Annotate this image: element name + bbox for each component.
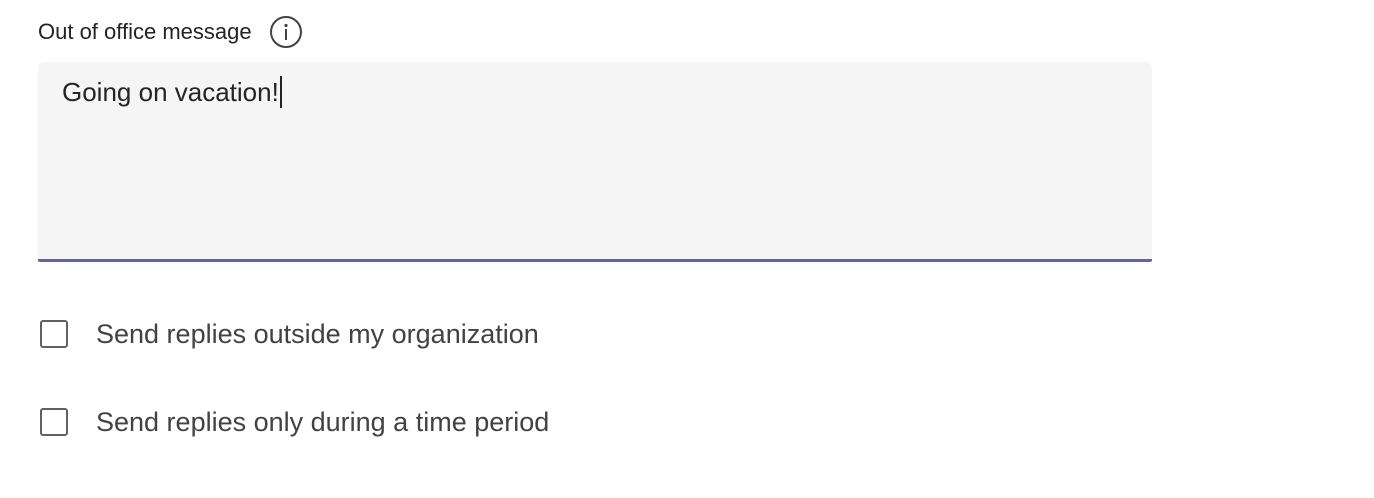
send-replies-outside-org-option[interactable]: Send replies outside my organization: [40, 316, 539, 352]
message-field-header: Out of office message: [38, 14, 302, 50]
send-replies-outside-org-label[interactable]: Send replies outside my organization: [96, 316, 539, 352]
info-glyph-icon: [284, 23, 288, 40]
message-field-label: Out of office message: [38, 19, 252, 44]
out-of-office-message-input[interactable]: Going on vacation!: [38, 62, 1152, 262]
send-replies-outside-org-checkbox[interactable]: [40, 320, 68, 348]
message-input-text: Going on vacation!: [62, 77, 279, 107]
send-replies-time-period-option[interactable]: Send replies only during a time period: [40, 404, 549, 440]
text-caret: [279, 76, 282, 108]
send-replies-time-period-label[interactable]: Send replies only during a time period: [96, 404, 549, 440]
info-icon[interactable]: [269, 16, 302, 48]
send-replies-time-period-checkbox[interactable]: [40, 408, 68, 436]
out-of-office-form: Out of office message Going on vacation!…: [0, 0, 1374, 498]
